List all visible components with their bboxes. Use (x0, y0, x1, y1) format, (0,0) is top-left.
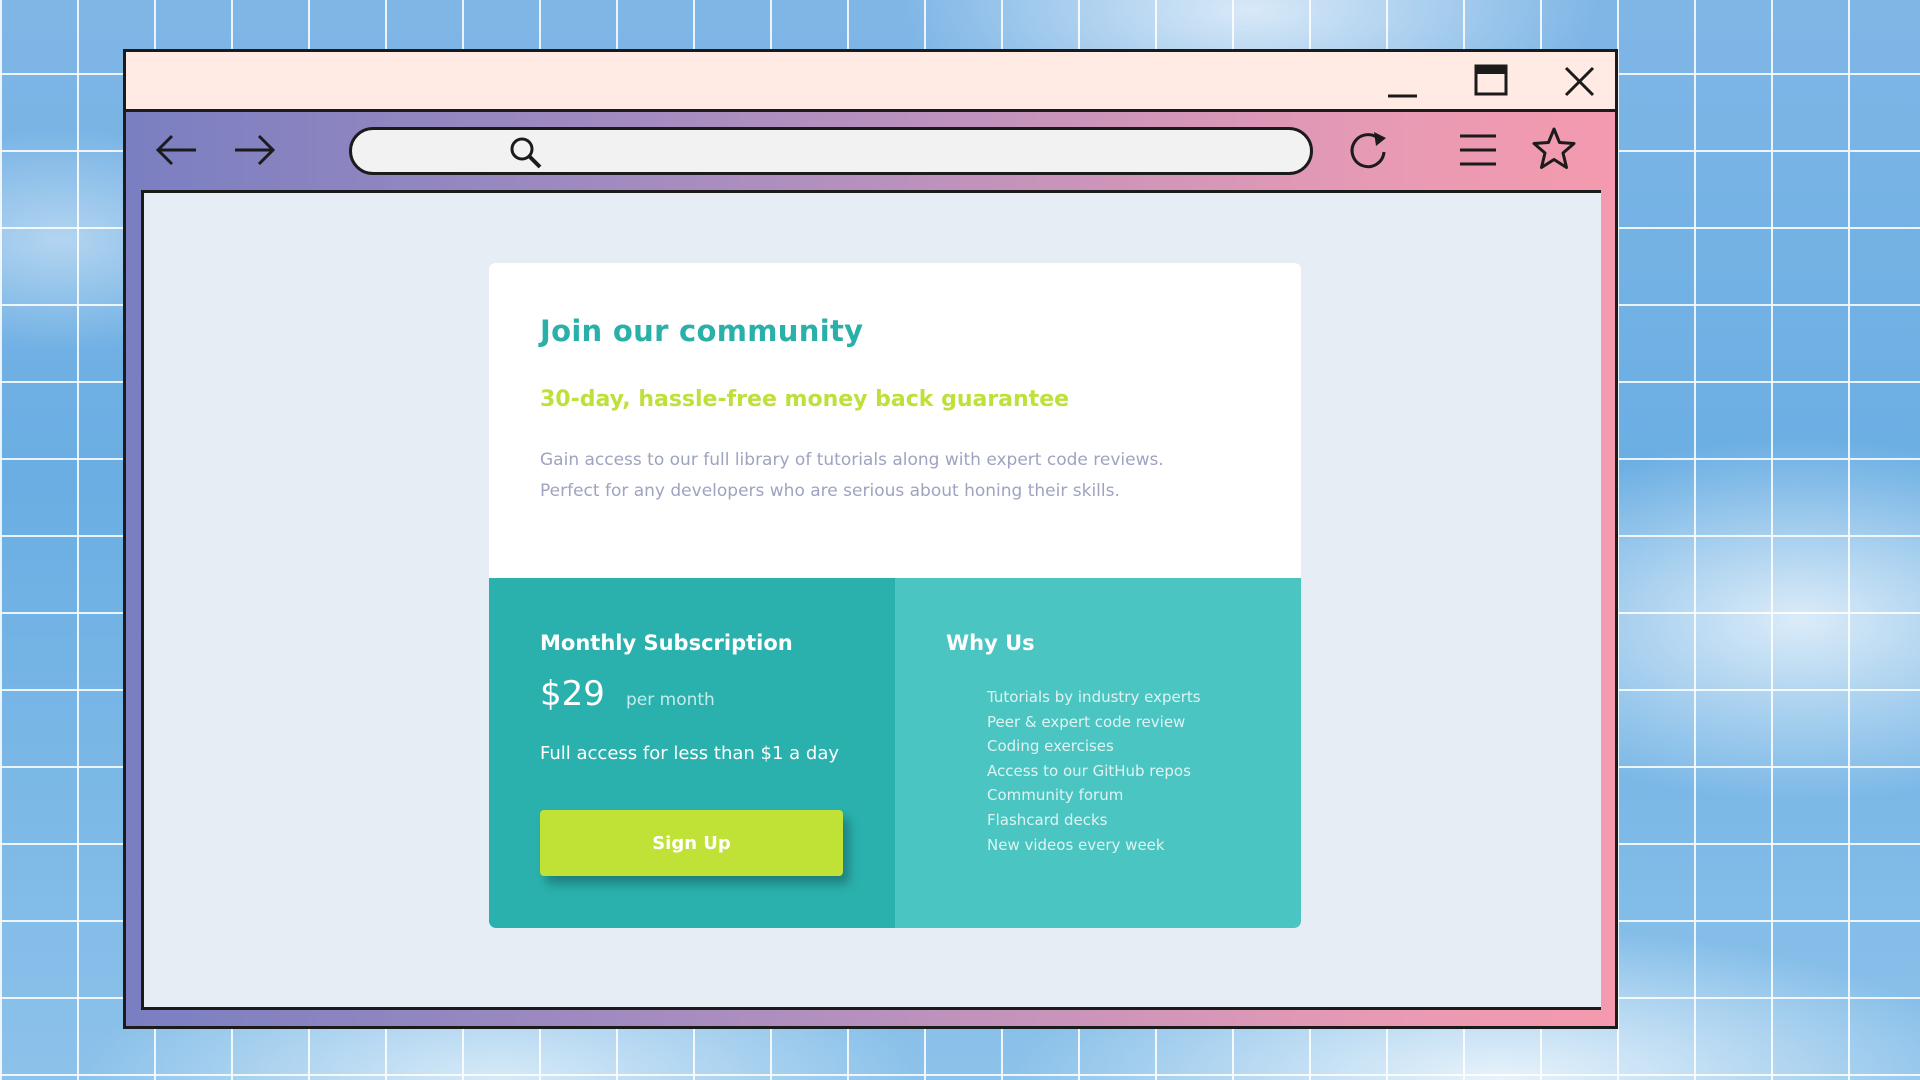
subscription-title: Monthly Subscription (540, 631, 793, 655)
star-icon[interactable] (1531, 126, 1577, 169)
minimize-icon[interactable] (1381, 62, 1421, 102)
page-title: Join our community (540, 314, 864, 348)
close-icon[interactable] (1559, 62, 1599, 102)
list-item: Tutorials by industry experts (987, 688, 1201, 706)
list-item: Community forum (987, 786, 1124, 805)
forward-arrow-icon[interactable] (231, 130, 277, 170)
menu-icon[interactable] (1454, 130, 1500, 170)
back-arrow-icon[interactable] (154, 130, 200, 170)
desktop-background: Join our community 30-day, hassle-free m… (0, 0, 1920, 1080)
why-us-list: Tutorials by industry experts Peer & exp… (987, 685, 1201, 857)
sign-up-button[interactable]: Sign Up (540, 810, 843, 876)
description-line-2: Perfect for any developers who are serio… (540, 481, 1120, 501)
list-item: New videos every week (987, 835, 1165, 854)
browser-window: Join our community 30-day, hassle-free m… (123, 49, 1618, 1029)
list-item: Access to our GitHub repos (987, 761, 1191, 780)
price-period: per month (626, 690, 715, 710)
page-viewport: Join our community 30-day, hassle-free m… (141, 190, 1601, 1010)
description-text: Gain access to our full library of tutor… (540, 445, 1260, 507)
address-bar[interactable] (349, 127, 1313, 175)
guarantee-heading: 30-day, hassle-free money back guarantee (540, 387, 1070, 412)
list-item: Coding exercises (987, 737, 1114, 756)
why-us-panel: Why Us Tutorials by industry experts Pee… (895, 578, 1301, 928)
maximize-icon[interactable] (1471, 62, 1511, 102)
refresh-icon[interactable] (1346, 128, 1392, 169)
card-header-section: Join our community 30-day, hassle-free m… (489, 263, 1301, 578)
community-card: Join our community 30-day, hassle-free m… (489, 263, 1301, 928)
subscription-panel: Monthly Subscription $29 per month Full … (489, 578, 895, 928)
browser-toolbar (126, 112, 1615, 190)
why-us-title: Why Us (946, 631, 1035, 655)
subscription-tagline: Full access for less than $1 a day (540, 743, 840, 764)
list-item: Peer & expert code review (987, 712, 1186, 731)
search-icon (507, 134, 545, 172)
description-line-1: Gain access to our full library of tutor… (540, 450, 1164, 470)
price: $29 (540, 674, 605, 714)
title-bar (126, 52, 1615, 112)
list-item: Flashcard decks (987, 810, 1108, 829)
address-input[interactable] (548, 136, 1272, 168)
